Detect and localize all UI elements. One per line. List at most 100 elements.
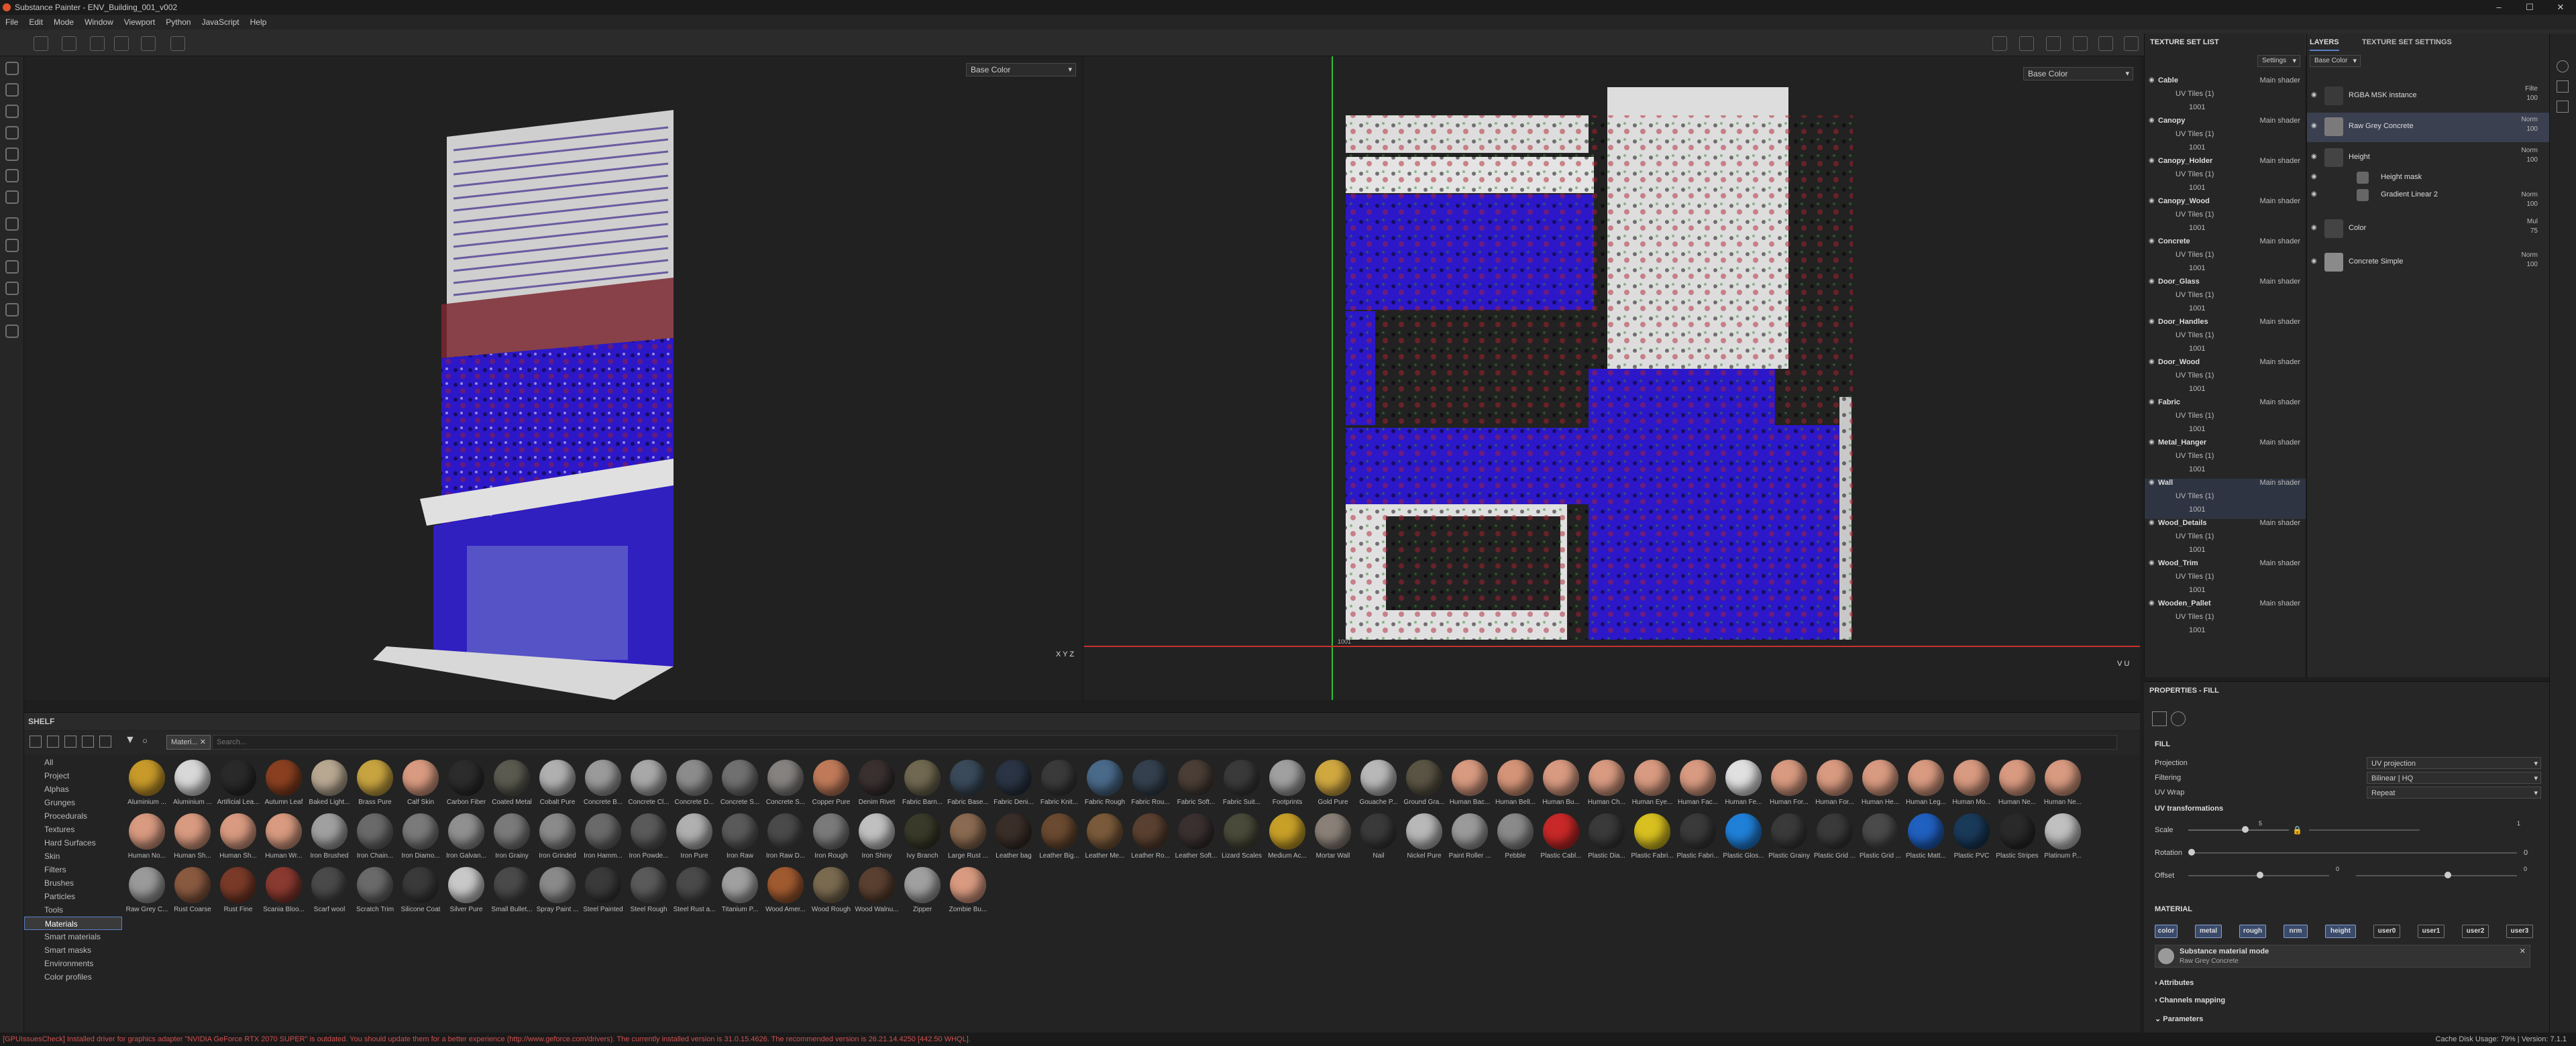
offset-v-slider-handle[interactable] — [2445, 872, 2451, 878]
material-tile[interactable]: Zombie Bu... — [946, 866, 990, 917]
uv-tile-id[interactable]: 1001 — [2189, 425, 2205, 433]
uv-tile-id[interactable]: 1001 — [2189, 143, 2205, 152]
material-tile[interactable]: Gold Pure — [1311, 758, 1355, 809]
eye-icon[interactable]: ◉ — [2149, 278, 2155, 285]
material-tile[interactable]: Steel Rust a... — [672, 866, 716, 917]
minimize-button[interactable]: – — [2483, 0, 2514, 15]
visibility-eye-icon[interactable]: ◉ — [2311, 190, 2317, 198]
texture-set-row[interactable]: ◉ Canopy_Wood Main shader UV Tiles (1) 1001 — [2145, 197, 2306, 237]
channel-toggle-metal[interactable]: metal — [2195, 925, 2222, 938]
transform-icon[interactable] — [141, 36, 156, 51]
material-tile[interactable]: Rust Fine — [216, 866, 260, 917]
layer-blend[interactable]: Norm 100 — [2522, 146, 2538, 165]
layer-row[interactable]: ◉ Height Norm 100 — [2307, 143, 2550, 173]
texture-set-shader[interactable]: Main shader — [2259, 479, 2300, 487]
material-tile[interactable]: Human Bu... — [1539, 758, 1583, 809]
eye-icon[interactable]: ◉ — [2149, 519, 2155, 526]
material-tile[interactable]: Spray Paint ... — [535, 866, 580, 917]
visibility-eye-icon[interactable]: ◉ — [2311, 122, 2317, 129]
material-tile[interactable]: Autumn Leaf — [262, 758, 306, 809]
log-icon[interactable] — [2557, 80, 2569, 93]
texture-set-settings-button[interactable]: Settings — [2257, 55, 2300, 67]
material-tile[interactable]: Platinum P... — [2041, 812, 2085, 863]
material-tile[interactable]: Concrete S... — [763, 758, 808, 809]
uv-tile-id[interactable]: 1001 — [2189, 103, 2205, 111]
layer-row[interactable]: ◉ Color Mul 75 — [2307, 215, 2550, 244]
material-tile[interactable]: Human Ne... — [2041, 758, 2085, 809]
viewport-uv[interactable]: Base Color 1001 V U — [1084, 56, 2140, 700]
material-tile[interactable]: Leather bag — [991, 812, 1036, 863]
remove-material-icon[interactable]: ✕ — [2520, 947, 2526, 955]
material-tile[interactable]: Human Leg... — [1904, 758, 1948, 809]
material-tile[interactable]: Mortar Wall — [1311, 812, 1355, 863]
uv-tile-id[interactable]: 1001 — [2189, 465, 2205, 473]
split-view-icon[interactable] — [2046, 36, 2061, 51]
color-picker-icon[interactable] — [5, 190, 19, 204]
layer-blend[interactable]: Norm 100 — [2522, 115, 2538, 134]
material-tile[interactable]: Plastic Grid ... — [1813, 812, 1857, 863]
uv-tiles-label[interactable]: UV Tiles (1) — [2176, 291, 2214, 299]
uv-tile-id[interactable]: 1001 — [2189, 304, 2205, 312]
eye-icon[interactable]: ◉ — [2149, 197, 2155, 205]
menu-mode[interactable]: Mode — [48, 15, 79, 30]
view-mode-icon[interactable] — [1992, 36, 2007, 51]
material-tile[interactable]: Rust Coarse — [170, 866, 215, 917]
material-tile[interactable]: Plastic Fabri... — [1676, 812, 1720, 863]
geometry-fill-icon[interactable] — [5, 126, 19, 139]
shelf-category-item[interactable]: Smart materials — [24, 930, 122, 943]
material-tile[interactable]: Aluminium ... — [125, 758, 169, 809]
eye-icon[interactable]: ◉ — [2149, 318, 2155, 325]
layer-blend[interactable]: Norm 100 — [2522, 190, 2538, 209]
tag-icon[interactable]: ○ — [142, 736, 148, 746]
uv-tile-id[interactable]: 1001 — [2189, 506, 2205, 514]
texture-set-row[interactable]: ◉ Wooden_Pallet Main shader UV Tiles (1) 100… — [2145, 599, 2306, 640]
material-tile[interactable]: Large Rust ... — [946, 812, 990, 863]
channel-toggle-user1[interactable]: user1 — [2418, 925, 2445, 938]
shelf-category-item[interactable]: Tools — [24, 903, 122, 917]
texture-set-row[interactable]: ◉ Door_Handles Main shader UV Tiles (1) 1001 — [2145, 318, 2306, 358]
shelf-category-item[interactable]: Materials — [24, 917, 122, 930]
shelf-category-item[interactable]: Color profiles — [24, 970, 122, 984]
material-tile[interactable]: Fabric Soft... — [1174, 758, 1218, 809]
texture-set-row[interactable]: ◉ Wood_Trim Main shader UV Tiles (1) 1001 — [2145, 559, 2306, 599]
eye-icon[interactable]: ◉ — [2149, 559, 2155, 567]
texture-set-shader[interactable]: Main shader — [2259, 157, 2300, 165]
material-mode-value[interactable]: Raw Grey Concrete — [2180, 957, 2239, 965]
material-tile[interactable]: Human Wr... — [262, 812, 306, 863]
visibility-eye-icon[interactable]: ◉ — [2311, 257, 2317, 265]
texture-set-row[interactable]: ◉ Door_Glass Main shader UV Tiles (1) 1001 — [2145, 278, 2306, 318]
material-tile[interactable]: Copper Pure — [809, 758, 853, 809]
material-tile[interactable]: Fabric Knit... — [1037, 758, 1081, 809]
material-tile[interactable]: Nail — [1356, 812, 1401, 863]
texture-set-shader[interactable]: Main shader — [2259, 358, 2300, 366]
symmetry-icon[interactable] — [90, 36, 105, 51]
material-tile[interactable]: Coated Metal — [490, 758, 534, 809]
material-tile[interactable]: Silver Pure — [444, 866, 488, 917]
filtering-select[interactable]: Bilinear | HQ — [2367, 772, 2541, 784]
channel-toggle-user0[interactable]: user0 — [2373, 925, 2400, 938]
menu-javascript[interactable]: JavaScript — [197, 15, 245, 30]
texture-set-shader[interactable]: Main shader — [2259, 318, 2300, 326]
texture-set-row[interactable]: ◉ Concrete Main shader UV Tiles (1) 1001 — [2145, 237, 2306, 278]
menu-window[interactable]: Window — [79, 15, 119, 30]
material-tile[interactable]: Footprints — [1265, 758, 1309, 809]
material-tile[interactable]: Iron Diamo... — [398, 812, 443, 863]
screenshot-icon[interactable] — [2124, 36, 2139, 51]
camera-icon[interactable] — [2073, 36, 2088, 51]
measure-icon[interactable] — [5, 260, 19, 274]
close-window-button[interactable]: ✕ — [2545, 0, 2576, 15]
viewport-3d[interactable]: Base Color X Y Z — [24, 56, 1081, 700]
material-tile[interactable]: Gouache P... — [1356, 758, 1401, 809]
texture-set-shader[interactable]: Main shader — [2259, 439, 2300, 447]
material-tile[interactable]: Human Mo... — [1949, 758, 1994, 809]
material-tile[interactable]: Human Fac... — [1676, 758, 1720, 809]
export-icon[interactable] — [5, 303, 19, 316]
eye-icon[interactable]: ◉ — [2149, 439, 2155, 446]
eye-icon[interactable]: ◉ — [2149, 398, 2155, 406]
material-tile[interactable]: Iron Raw — [718, 812, 762, 863]
material-tile[interactable]: Scratch Trim — [353, 866, 397, 917]
menu-help[interactable]: Help — [245, 15, 272, 30]
visibility-eye-icon[interactable]: ◉ — [2311, 91, 2317, 99]
shelf-category-item[interactable]: Filters — [24, 863, 122, 876]
attributes-section[interactable]: › Attributes — [2155, 977, 2194, 989]
